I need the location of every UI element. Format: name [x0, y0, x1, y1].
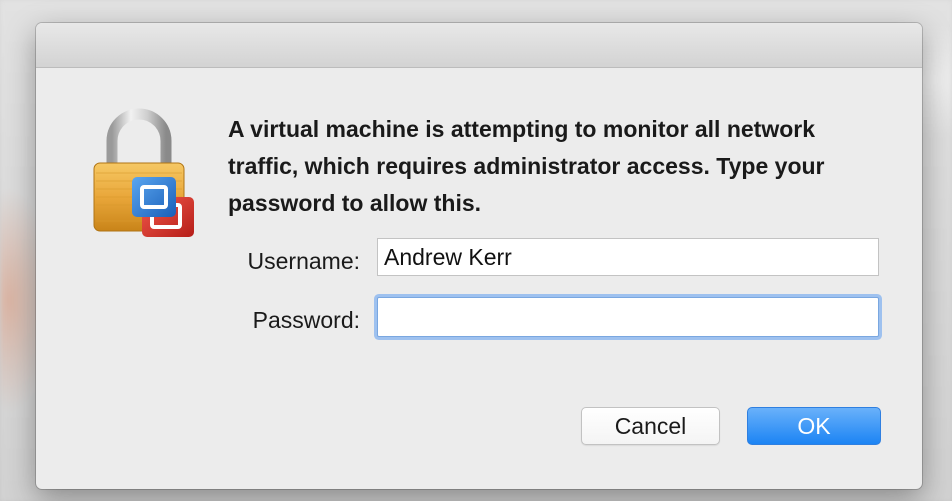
password-field[interactable]: [377, 297, 879, 337]
password-label: Password:: [252, 307, 360, 333]
username-label: Username:: [247, 248, 360, 274]
dialog-message: A virtual machine is attempting to monit…: [228, 116, 825, 216]
padlock-icon: [92, 107, 202, 237]
cancel-button[interactable]: Cancel: [581, 407, 720, 445]
authentication-dialog: A virtual machine is attempting to monit…: [36, 23, 922, 489]
dialog-titlebar: [36, 23, 922, 68]
ok-button[interactable]: OK: [747, 407, 881, 445]
username-field[interactable]: [377, 238, 879, 276]
